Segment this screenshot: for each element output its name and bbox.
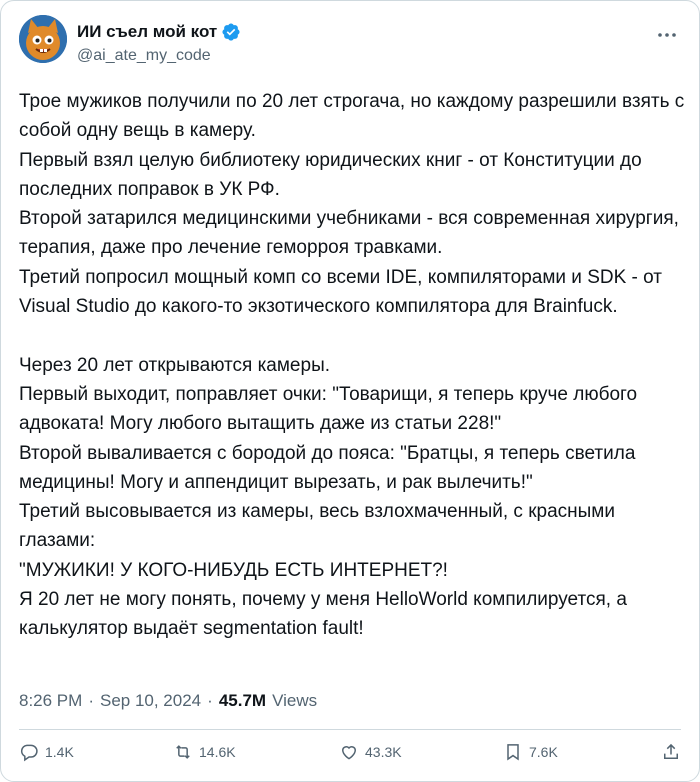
heart-icon [341, 746, 357, 760]
like-button[interactable]: 43.3K [339, 741, 402, 763]
tweet-line: Третий высовывается из камеры, весь взло… [19, 501, 615, 552]
tweet-line: Я 20 лет не могу понять, почему у меня H… [19, 589, 627, 640]
bookmark-icon [507, 744, 519, 761]
tweet-date[interactable]: Sep 10, 2024 [100, 691, 201, 711]
views-count: 45.7M [218, 691, 267, 710]
meta-separator: · [207, 691, 213, 710]
tweet-line: "МУЖИКИ! У КОГО-НИБУДЬ ЕСТЬ ИНТЕРНЕТ?! [19, 559, 448, 581]
like-count: 43.3K [365, 744, 402, 760]
tweet-time[interactable]: 8:26 PM [19, 691, 82, 711]
tweet-line: Первый взял целую библиотеку юридических… [19, 149, 642, 200]
meta-separator: · [88, 691, 94, 710]
share-button[interactable] [661, 741, 681, 763]
reply-button[interactable]: 1.4K [19, 741, 74, 763]
repost-button[interactable]: 14.6K [173, 741, 236, 763]
verified-badge-icon[interactable] [221, 22, 241, 42]
tweet-meta: 8:26 PM · Sep 10, 2024 · 45.7M Views [19, 691, 317, 711]
display-name[interactable]: ИИ съел мой кот [77, 22, 217, 42]
avatar[interactable] [19, 15, 67, 63]
repost-icon [176, 745, 190, 759]
author-names: ИИ съел мой кот @ai_ate_my_code [77, 21, 241, 65]
bookmark-button[interactable]: 7.6K [503, 741, 558, 763]
divider [19, 729, 681, 730]
bookmark-count: 7.6K [529, 744, 558, 760]
tweet-card: ИИ съел мой кот @ai_ate_my_code Трое муж… [0, 0, 700, 782]
avatar-cat-image [19, 15, 67, 63]
tweet-line: Первый выходит, поправляет очки: "Товари… [19, 383, 638, 435]
display-name-row: ИИ съел мой кот [77, 21, 241, 43]
tweet-line: Трое мужиков получили по 20 лет строгача… [19, 91, 685, 142]
repost-count: 14.6K [199, 744, 236, 760]
reply-count: 1.4K [45, 744, 74, 760]
tweet-line: Второй затарился медицинскими учебниками… [19, 208, 679, 259]
tweet-header: ИИ съел мой кот @ai_ate_my_code [19, 15, 681, 75]
tweet-line: Второй вываливается с бородой до пояса: … [19, 442, 636, 493]
tweet-line: Через 20 лет открываются камеры. [19, 354, 331, 376]
tweet-text: Трое мужиков получили по 20 лет строгача… [19, 87, 689, 644]
views-label: Views [272, 691, 318, 710]
author-handle[interactable]: @ai_ate_my_code [77, 47, 241, 65]
action-bar: 1.4K 14.6K 43.3K 7.6K [19, 741, 681, 765]
more-options-icon[interactable] [655, 23, 679, 47]
tweet-line: Третий попросил мощный комп со всеми IDE… [19, 266, 662, 318]
share-icon [664, 743, 678, 759]
reply-icon [20, 744, 38, 762]
